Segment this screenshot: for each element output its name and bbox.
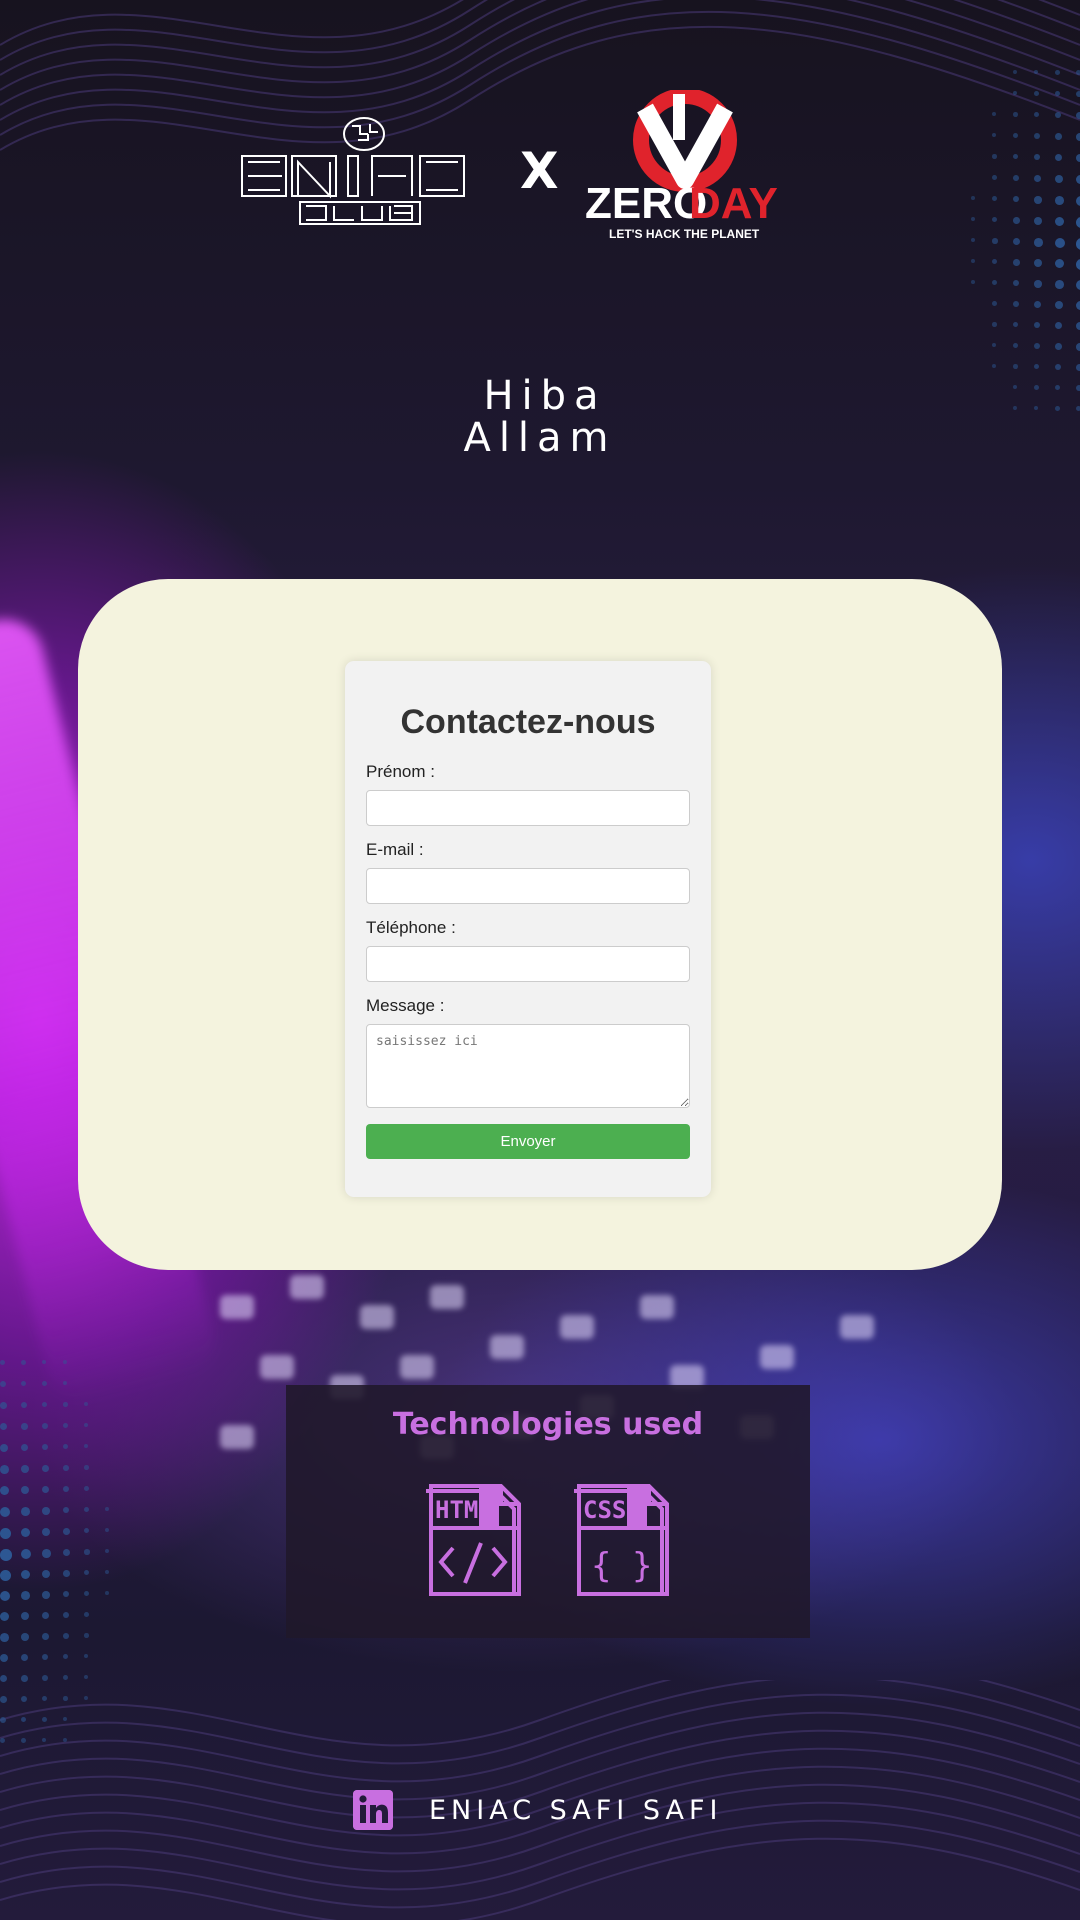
zeroday-logo: ZERO DAY LET'S HACK THE PLANET (585, 90, 778, 241)
zeroday-tagline: LET'S HACK THE PLANET (609, 227, 760, 241)
author-first-name: Hiba (483, 373, 607, 419)
html-file-icon: HTM (426, 1484, 521, 1596)
prenom-input[interactable] (366, 790, 690, 826)
footer: ENIAC SAFI SAFI (353, 1788, 722, 1832)
footer-text: ENIAC SAFI SAFI (429, 1794, 723, 1826)
html-icon-label: HTM (435, 1496, 478, 1524)
logo-separator: X (520, 142, 559, 200)
prenom-label: Prénom : (366, 762, 435, 781)
contact-form: Contactez-nous Prénom : E-mail : Télépho… (345, 661, 711, 1197)
form-title: Contactez-nous (400, 703, 656, 741)
email-label: E-mail : (366, 840, 424, 859)
telephone-label: Téléphone : (366, 918, 456, 937)
css-file-icon: CSS { } (574, 1484, 669, 1596)
message-label: Message : (366, 996, 445, 1015)
telephone-input[interactable] (366, 946, 690, 982)
message-textarea[interactable] (366, 1024, 690, 1108)
email-input[interactable] (366, 868, 690, 904)
author-name: Hiba Allam (0, 375, 1080, 459)
header-logos: X ZERO DAY LET'S HACK THE PLANET (0, 90, 1080, 260)
submit-button[interactable]: Envoyer (366, 1124, 690, 1159)
dot-pattern-bottom-left (0, 1360, 150, 1760)
technologies-title: Technologies used (392, 1407, 704, 1442)
zeroday-logo-day-text: DAY (689, 179, 778, 228)
css-icon-label: CSS (583, 1496, 626, 1524)
linkedin-icon[interactable] (353, 1790, 393, 1830)
author-last-name: Allam (463, 415, 617, 461)
eniac-club-logo (241, 117, 465, 225)
svg-text:{ }: { } (591, 1546, 652, 1586)
technologies-panel: Technologies used HTM CSS { } (286, 1385, 810, 1638)
